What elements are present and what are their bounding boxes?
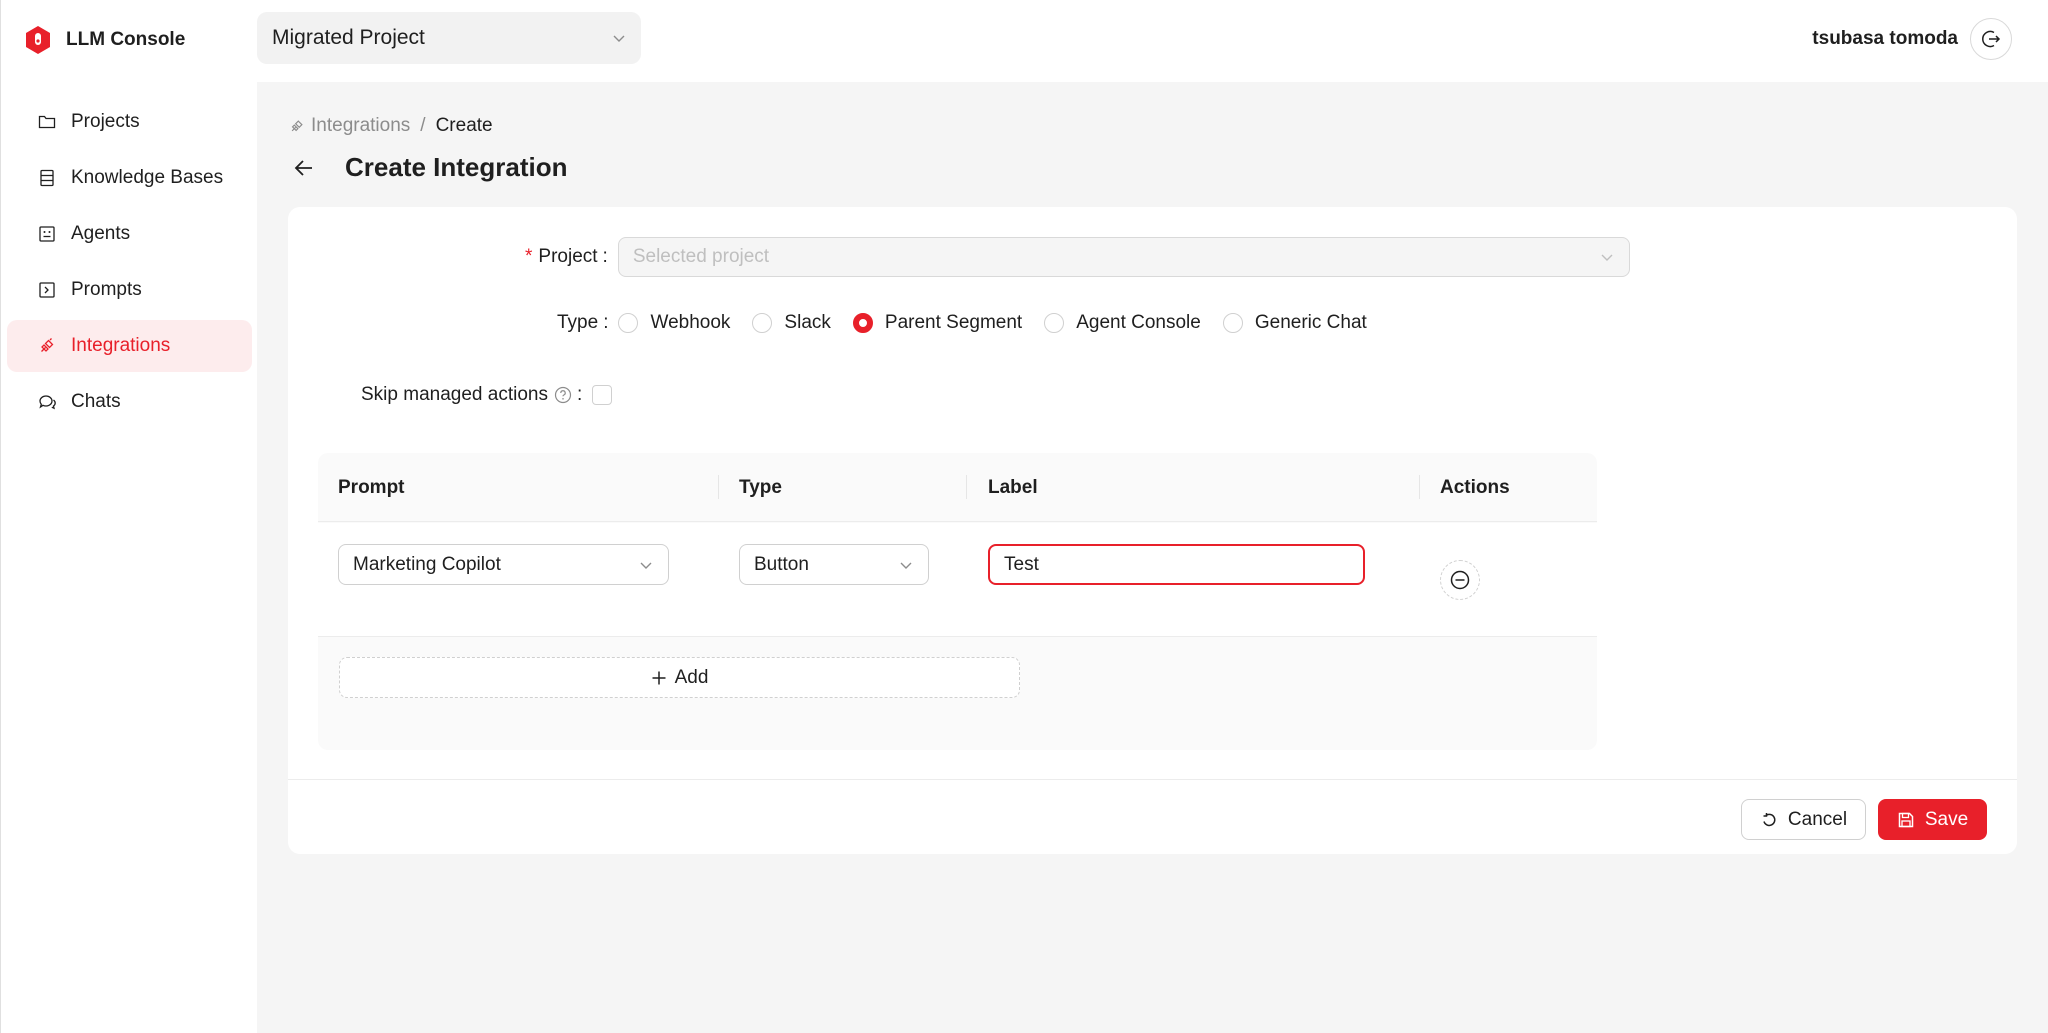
radio-dot[interactable] [1222, 313, 1243, 333]
project-select-placeholder: Selected project [632, 246, 770, 267]
project-label: * Project: [525, 246, 608, 267]
llm-console-logo-icon [26, 26, 50, 54]
page-title: Create Integration [345, 152, 568, 182]
skip-managed-actions-label: Skip managed actions [361, 384, 548, 405]
sidebar: LLM Console Projects Knowledge Bases Age… [0, 0, 257, 1033]
integration-form-card: * Project: Selected project Type: Webhook… [288, 207, 2017, 854]
back-button[interactable] [289, 153, 319, 183]
type-radio-group: Webhook Slack Parent Segment Agent Conso… [618, 312, 1388, 334]
skip-managed-actions-row: Skip managed actions : [361, 384, 613, 406]
top-header: Migrated Project tsubasa tomoda [257, 0, 2048, 82]
type-select[interactable]: Button [739, 544, 929, 585]
column-header-prompt: Prompt [338, 476, 405, 498]
save-button[interactable]: Save [1878, 799, 1987, 840]
type-radio-generic-chat[interactable]: Generic Chat [1222, 312, 1367, 334]
logout-button[interactable] [1970, 18, 2012, 60]
chevron-down-icon [900, 562, 912, 569]
user-name: tsubasa tomoda [1812, 28, 1958, 49]
column-header-actions: Actions [1440, 476, 1510, 498]
column-header-label: Label [988, 476, 1038, 498]
undo-icon [1763, 812, 1776, 826]
minus-circle-icon [1450, 570, 1470, 590]
plug-icon [37, 336, 57, 356]
chat-icon [37, 392, 57, 412]
skip-managed-actions-checkbox[interactable] [592, 385, 613, 405]
type-radio-agent-console[interactable]: Agent Console [1044, 312, 1201, 334]
chevron-down-icon [613, 35, 625, 42]
sidebar-item-label: Chats [71, 391, 121, 412]
plus-icon [652, 671, 666, 684]
sidebar-nav: Projects Knowledge Bases Agents Prompts … [7, 96, 252, 432]
column-divider [1419, 475, 1420, 499]
type-radio-webhook[interactable]: Webhook [618, 312, 730, 334]
title-row: Create Integration [289, 152, 568, 183]
sidebar-item-projects[interactable]: Projects [7, 96, 252, 148]
type-form-row: Type: Webhook Slack Parent Segment Agent… [557, 312, 1389, 334]
type-radio-parent-segment[interactable]: Parent Segment [852, 312, 1022, 334]
plug-icon [291, 120, 303, 132]
radio-dot[interactable] [618, 313, 639, 333]
chevron-down-icon [1601, 254, 1613, 261]
sidebar-item-label: Integrations [71, 335, 171, 356]
project-selector-value: Migrated Project [272, 26, 425, 49]
sidebar-item-knowledge-bases[interactable]: Knowledge Bases [7, 152, 252, 204]
column-divider [966, 475, 967, 499]
radio-dot-checked[interactable] [852, 313, 873, 333]
sidebar-item-chats[interactable]: Chats [7, 376, 252, 428]
add-row-label: Add [674, 666, 709, 688]
breadcrumb-link-label: Integrations [311, 115, 411, 136]
prompt-select[interactable]: Marketing Copilot [338, 544, 669, 585]
prompt-icon [37, 280, 57, 300]
type-radio-slack[interactable]: Slack [752, 312, 831, 334]
breadcrumb-current: Create [435, 115, 493, 136]
add-row-button[interactable]: Add [339, 657, 1020, 698]
table-row: Marketing Copilot Button [318, 523, 1597, 637]
sidebar-item-label: Prompts [71, 279, 142, 300]
database-icon [37, 168, 57, 188]
app-name: LLM Console [66, 29, 186, 50]
arrow-left-icon [294, 159, 312, 176]
type-select-value: Button [754, 553, 809, 575]
project-selector[interactable]: Migrated Project [257, 12, 641, 64]
save-icon [1898, 812, 1914, 827]
required-mark: * [525, 246, 533, 267]
actions-table: Prompt Type Label Actions Marketing Copi… [318, 453, 1597, 750]
sidebar-item-integrations[interactable]: Integrations [7, 320, 252, 372]
radio-dot[interactable] [752, 313, 773, 333]
project-select[interactable]: Selected project [617, 237, 1630, 277]
chevron-down-icon [640, 562, 652, 569]
breadcrumb-separator: / [420, 115, 426, 136]
robot-icon [37, 224, 57, 244]
breadcrumb-integrations-link[interactable]: Integrations [289, 115, 410, 137]
prompt-select-value: Marketing Copilot [353, 553, 501, 575]
save-button-label: Save [1924, 808, 1969, 830]
column-header-type: Type [739, 476, 782, 498]
cancel-button-label: Cancel [1787, 808, 1848, 830]
sidebar-item-label: Agents [71, 223, 131, 244]
label-input[interactable] [988, 544, 1365, 585]
logout-icon [1982, 30, 2001, 48]
colon: : [576, 384, 583, 405]
remove-row-button[interactable] [1440, 560, 1480, 600]
sidebar-item-prompts[interactable]: Prompts [7, 264, 252, 316]
table-header: Prompt Type Label Actions [318, 453, 1597, 522]
radio-dot[interactable] [1044, 313, 1065, 333]
question-circle-icon[interactable] [554, 386, 572, 404]
cancel-button[interactable]: Cancel [1741, 799, 1866, 840]
user-area: tsubasa tomoda [1812, 18, 2012, 60]
sidebar-item-label: Knowledge Bases [71, 167, 224, 188]
main-content: Integrations / Create Create Integration… [257, 82, 2048, 1033]
sidebar-item-label: Projects [71, 111, 140, 132]
project-form-row: * Project: Selected project [525, 237, 1630, 277]
sidebar-item-agents[interactable]: Agents [7, 208, 252, 260]
footer-divider [288, 779, 2017, 780]
app-logo[interactable]: LLM Console [22, 24, 185, 56]
breadcrumb: Integrations / Create [289, 115, 493, 137]
type-label: Type: [557, 312, 609, 333]
column-divider [718, 475, 719, 499]
folder-icon [37, 112, 57, 132]
